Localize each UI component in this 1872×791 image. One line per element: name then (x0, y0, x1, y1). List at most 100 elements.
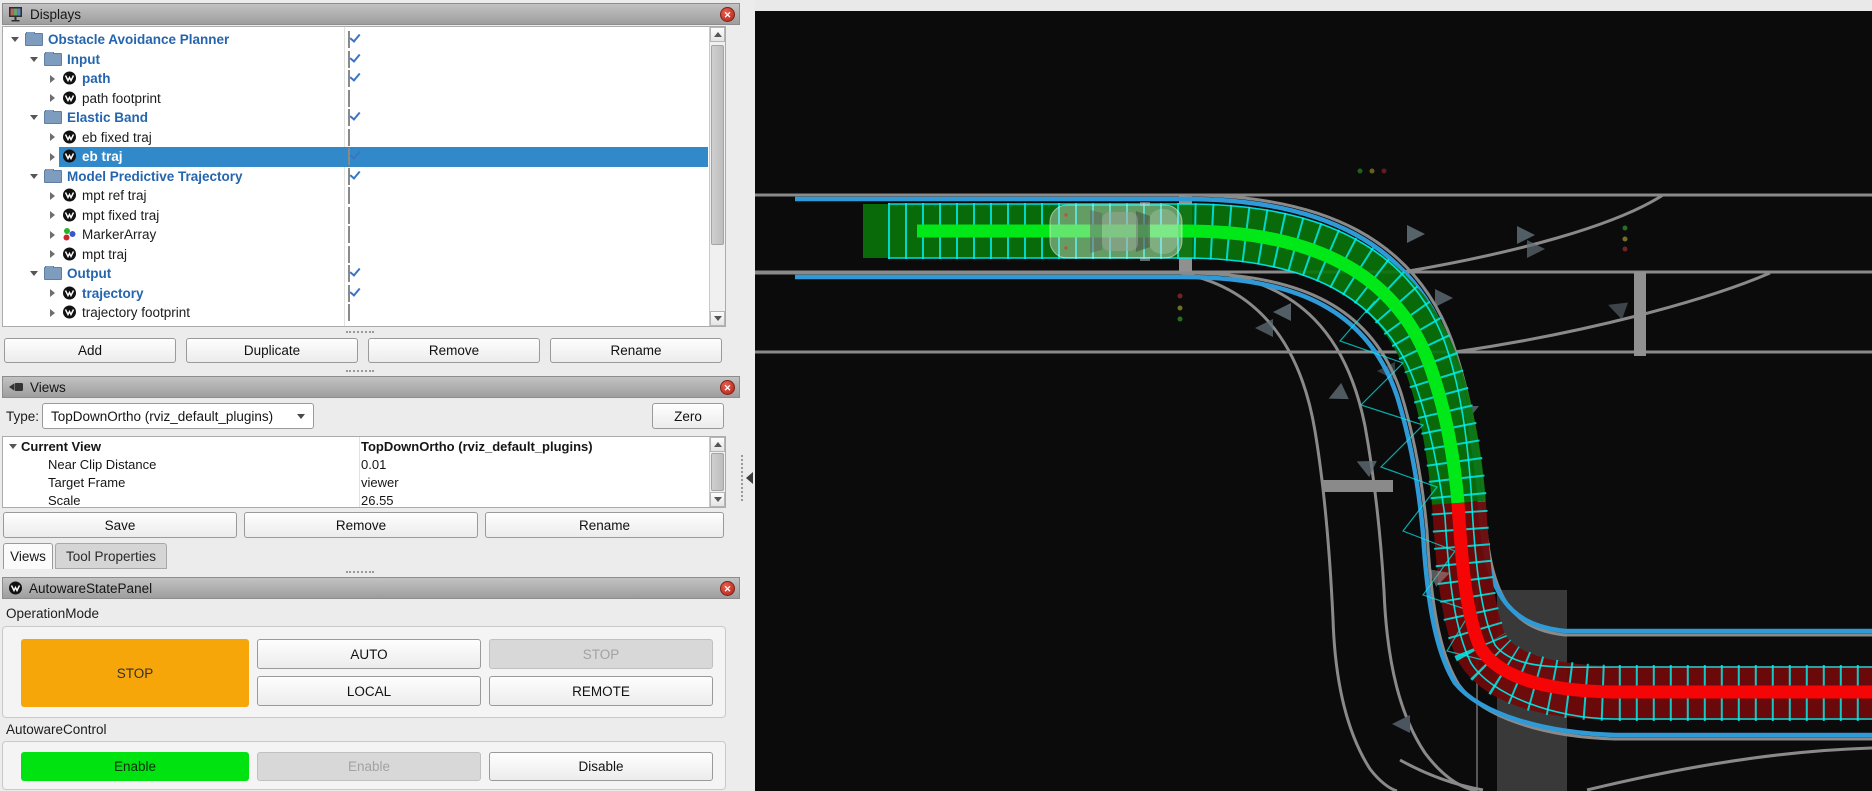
view-table-scrollbar[interactable] (709, 437, 725, 507)
scroll-down-icon[interactable] (710, 311, 725, 326)
property-row-current-view[interactable]: Current View TopDownOrtho (rviz_default_… (3, 437, 725, 455)
chevron-down-icon (297, 413, 305, 419)
displays-close-button[interactable]: ✕ (720, 7, 735, 22)
property-row-near-clip[interactable]: Near Clip Distance 0.01 (3, 455, 725, 473)
panel-splitter[interactable] (741, 455, 743, 501)
remove-view-button[interactable]: Remove (244, 512, 478, 538)
visibility-checkbox[interactable] (348, 89, 350, 107)
expand-arrow-icon[interactable] (47, 250, 57, 259)
visibility-checkbox[interactable] (348, 109, 350, 127)
tab-tool-properties[interactable]: Tool Properties (55, 543, 167, 569)
splitter-handle[interactable] (346, 331, 374, 333)
autoware-state-panel-header[interactable]: AutowareStatePanel ✕ (2, 577, 740, 599)
expand-arrow-icon[interactable] (47, 191, 57, 200)
autoware-state-panel-title: AutowareStatePanel (29, 580, 153, 596)
tree-row-elastic-band[interactable]: Elastic Band (3, 108, 708, 128)
expand-arrow-icon[interactable] (47, 308, 57, 317)
scroll-up-icon[interactable] (710, 27, 725, 42)
view-type-label: Type: (6, 409, 40, 424)
duplicate-display-button[interactable]: Duplicate (186, 338, 358, 363)
tree-row-eb-fixed-traj[interactable]: eb fixed traj (3, 128, 708, 148)
views-panel-header[interactable]: Views ✕ (2, 376, 740, 398)
operation-mode-auto-button[interactable]: AUTO (257, 639, 481, 669)
tree-row-eb-traj-selected[interactable]: eb traj (3, 147, 708, 167)
tree-row-obstacle-avoidance-planner[interactable]: Obstacle Avoidance Planner (3, 30, 708, 50)
rename-view-button[interactable]: Rename (485, 512, 724, 538)
autoware-panel-close-button[interactable]: ✕ (720, 581, 735, 596)
tree-row-output[interactable]: Output (3, 264, 708, 284)
tree-row-input[interactable]: Input (3, 50, 708, 70)
expand-arrow-icon[interactable] (47, 211, 57, 220)
splitter-handle[interactable] (346, 370, 374, 372)
operation-mode-local-button[interactable]: LOCAL (257, 676, 481, 706)
tree-row-mpt-ref-traj[interactable]: mpt ref traj (3, 186, 708, 206)
expand-arrow-icon[interactable] (47, 152, 57, 161)
property-row-scale[interactable]: Scale 26.55 (3, 491, 725, 508)
save-view-button[interactable]: Save (3, 512, 237, 538)
expand-arrow-icon[interactable] (29, 271, 39, 277)
visibility-checkbox[interactable] (348, 284, 350, 302)
remove-display-button[interactable]: Remove (368, 338, 540, 363)
autoware-control-label: AutowareControl (6, 722, 107, 737)
visibility-checkbox[interactable] (348, 148, 350, 166)
visibility-checkbox[interactable] (348, 167, 350, 185)
tree-row-trajectory-footprint[interactable]: trajectory footprint (3, 303, 708, 323)
tree-row-path[interactable]: path (3, 69, 708, 89)
tree-row-trajectory[interactable]: trajectory (3, 284, 708, 304)
expand-arrow-icon[interactable] (47, 74, 57, 83)
visibility-checkbox[interactable] (348, 128, 350, 146)
expand-arrow-icon[interactable] (29, 173, 39, 179)
scroll-up-icon[interactable] (710, 437, 725, 452)
expand-arrow-icon[interactable] (47, 133, 57, 142)
autoware-display-icon (63, 208, 76, 222)
expand-arrow-icon[interactable] (29, 115, 39, 121)
splitter-handle[interactable] (346, 571, 374, 573)
ego-vehicle (1049, 202, 1183, 261)
collapse-arrow-icon[interactable] (9, 443, 17, 449)
autoware-control-disable-button[interactable]: Disable (489, 752, 713, 781)
visibility-checkbox[interactable] (348, 226, 350, 244)
displays-tree[interactable]: Obstacle Avoidance Planner Input path pa… (2, 26, 726, 327)
tree-row-marker-array[interactable]: MarkerArray (3, 225, 708, 245)
expand-arrow-icon[interactable] (10, 37, 20, 43)
visibility-checkbox[interactable] (348, 265, 350, 283)
add-display-button[interactable]: Add (4, 338, 176, 363)
tree-scrollbar-thumb[interactable] (711, 45, 724, 245)
expand-arrow-icon[interactable] (47, 94, 57, 103)
tree-row-mpt-fixed-traj[interactable]: mpt fixed traj (3, 206, 708, 226)
rename-display-button[interactable]: Rename (550, 338, 722, 363)
expand-arrow-icon[interactable] (47, 230, 57, 239)
tree-scrollbar[interactable] (709, 27, 725, 326)
expand-arrow-icon[interactable] (47, 289, 57, 298)
visibility-checkbox[interactable] (348, 50, 350, 68)
views-close-button[interactable]: ✕ (720, 380, 735, 395)
stop-line-bar (1634, 272, 1646, 356)
operation-mode-stop-active-button[interactable]: STOP (21, 639, 249, 707)
rviz-window: Displays ✕ Obstacle Avoidance Planner In… (0, 0, 1872, 791)
current-view-properties[interactable]: Current View TopDownOrtho (rviz_default_… (2, 436, 726, 508)
autoware-display-icon (63, 188, 76, 202)
tree-row-model-predictive-trajectory[interactable]: Model Predictive Trajectory (3, 167, 708, 187)
tab-views[interactable]: Views (3, 543, 53, 569)
zero-button[interactable]: Zero (652, 403, 724, 429)
autoware-display-icon (63, 130, 76, 144)
autoware-control-enable-active-button[interactable]: Enable (21, 752, 249, 781)
property-row-target-frame[interactable]: Target Frame viewer (3, 473, 725, 491)
operation-mode-remote-button[interactable]: REMOTE (489, 676, 713, 706)
view-type-combobox[interactable]: TopDownOrtho (rviz_default_plugins) (42, 403, 314, 429)
visibility-checkbox[interactable] (348, 304, 350, 322)
collapse-panel-icon[interactable] (746, 472, 753, 484)
visibility-checkbox[interactable] (348, 245, 350, 263)
tree-row-path-footprint[interactable]: path footprint (3, 89, 708, 109)
scroll-down-icon[interactable] (710, 492, 725, 507)
render-view[interactable] (755, 0, 1872, 791)
view-scrollbar-thumb[interactable] (711, 453, 724, 491)
displays-panel-header[interactable]: Displays ✕ (2, 3, 740, 25)
tree-row-mpt-traj[interactable]: mpt traj (3, 245, 708, 265)
visibility-checkbox[interactable] (348, 187, 350, 205)
visibility-checkbox[interactable] (348, 206, 350, 224)
expand-arrow-icon[interactable] (29, 56, 39, 62)
visibility-checkbox[interactable] (348, 31, 350, 49)
autoware-display-icon (63, 286, 76, 300)
visibility-checkbox[interactable] (348, 70, 350, 88)
